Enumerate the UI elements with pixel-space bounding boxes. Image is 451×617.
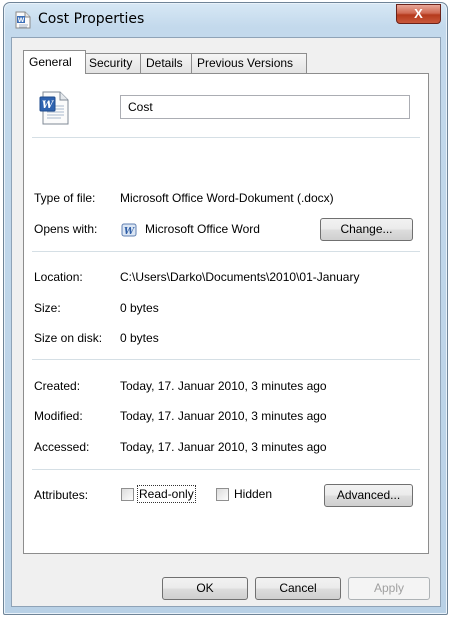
apply-button[interactable]: Apply [348,577,430,600]
tab-general[interactable]: General [23,50,86,74]
svg-text:W: W [18,17,25,24]
tab-previous-versions[interactable]: Previous Versions [191,53,307,73]
svg-text:W: W [42,100,55,111]
read-only-checkbox[interactable] [121,488,134,501]
size-on-disk-label: Size on disk: [34,331,103,345]
word-document-icon: W [39,91,69,125]
advanced-button[interactable]: Advanced... [324,484,413,507]
svg-text:W: W [124,227,135,237]
accessed-value: Today, 17. Januar 2010, 3 minutes ago [120,440,327,454]
modified-label: Modified: [34,409,83,423]
tab-details[interactable]: Details [140,53,192,73]
hidden-label[interactable]: Hidden [234,487,272,501]
word-document-icon: W [15,11,31,29]
title-bar[interactable]: W Cost Properties X [4,3,447,37]
type-of-file-label: Type of file: [34,191,96,205]
properties-window: W Cost Properties X General Security Det… [3,2,448,615]
general-tab-panel: W Cost Type of file: Microsoft Office Wo… [23,73,429,554]
dialog-client-area: General Security Details Previous Versio… [11,37,441,607]
opens-with-label: Opens with: [34,222,98,236]
close-button[interactable]: X [396,4,441,24]
size-on-disk-value: 0 bytes [120,331,159,345]
location-label: Location: [34,270,83,284]
tab-security[interactable]: Security [83,53,141,73]
word-app-icon: W [121,223,137,237]
location-value: C:\Users\Darko\Documents\2010\01-January [120,270,360,284]
modified-value: Today, 17. Januar 2010, 3 minutes ago [120,409,327,423]
read-only-label[interactable]: Read-only [137,485,196,503]
size-label: Size: [34,301,61,315]
opens-with-value: Microsoft Office Word [145,222,260,236]
size-value: 0 bytes [120,301,159,315]
ok-button[interactable]: OK [162,577,248,600]
accessed-label: Accessed: [34,440,90,454]
created-label: Created: [34,379,81,393]
separator [32,469,420,470]
change-button[interactable]: Change... [320,218,413,241]
separator [32,359,420,360]
type-of-file-value: Microsoft Office Word-Dokument (.docx) [120,191,334,205]
separator [32,251,420,252]
window-title: Cost Properties [38,11,145,27]
cancel-button[interactable]: Cancel [255,577,341,600]
hidden-checkbox[interactable] [216,488,229,501]
file-name-input[interactable]: Cost [120,95,410,119]
created-value: Today, 17. Januar 2010, 3 minutes ago [120,379,327,393]
attributes-label: Attributes: [34,488,89,502]
separator [32,137,420,138]
